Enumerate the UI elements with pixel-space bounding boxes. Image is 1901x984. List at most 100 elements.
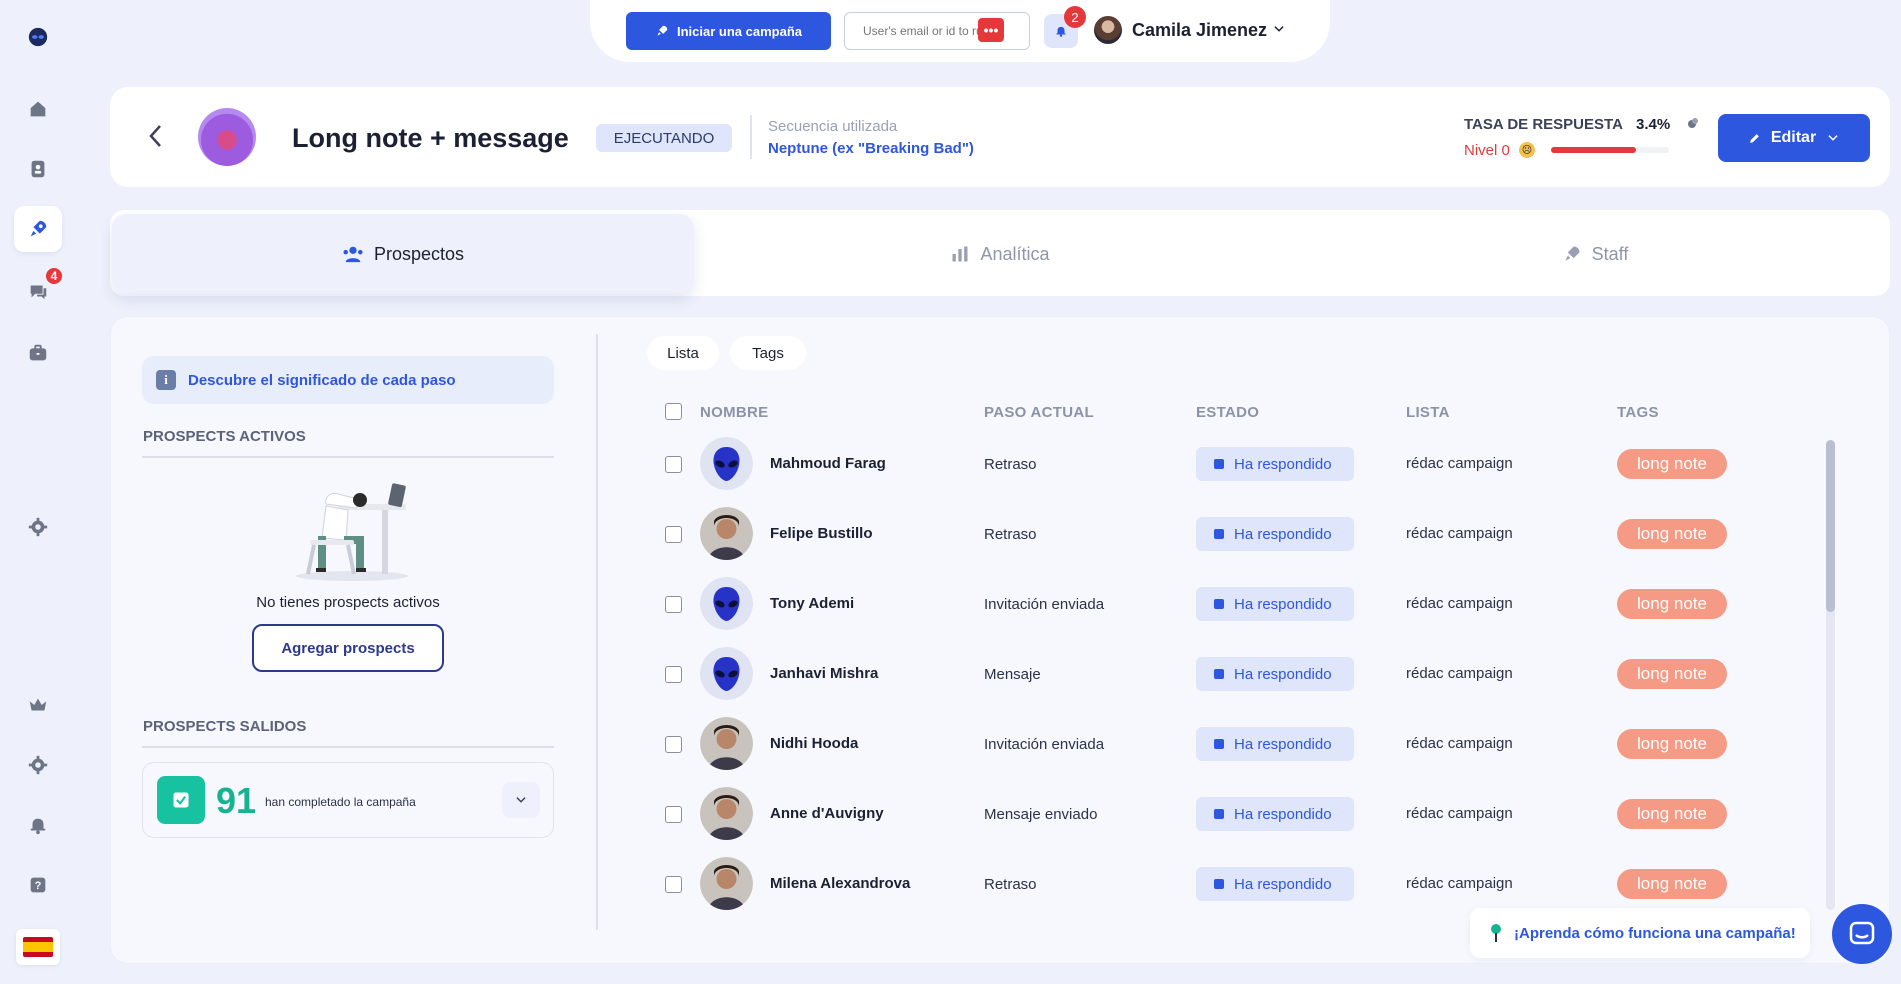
- row-checkbox[interactable]: [665, 526, 682, 543]
- row-checkbox[interactable]: [665, 456, 682, 473]
- prospect-state-badge: Ha respondido: [1196, 447, 1354, 481]
- prospect-name[interactable]: Felipe Bustillo: [770, 525, 873, 542]
- response-rate-value: 3.4%: [1636, 116, 1671, 133]
- view-tab-tags[interactable]: Tags: [730, 336, 806, 370]
- sequence-link[interactable]: Neptune (ex "Breaking Bad"): [768, 140, 974, 157]
- tab-label: Prospectos: [373, 243, 465, 264]
- prospect-step: Invitación enviada: [984, 736, 1105, 753]
- prospect-name[interactable]: Nidhi Hooda: [770, 735, 858, 752]
- column-header-nombre[interactable]: NOMBRE: [700, 404, 768, 421]
- prospect-avatar[interactable]: [700, 577, 753, 630]
- select-all-checkbox[interactable]: [665, 403, 682, 420]
- users-icon: [343, 246, 363, 263]
- row-checkbox[interactable]: [665, 806, 682, 823]
- prospect-avatar[interactable]: [700, 857, 753, 910]
- pencil-icon: [1749, 133, 1759, 143]
- logo-icon[interactable]: [14, 14, 62, 60]
- bell-icon[interactable]: [14, 802, 62, 848]
- level-progress-bar: [1551, 147, 1669, 153]
- settings-icon[interactable]: [14, 504, 62, 550]
- prospect-state-badge: Ha respondido: [1196, 587, 1354, 621]
- messages-icon[interactable]: 4: [14, 266, 64, 314]
- crown-icon[interactable]: [14, 682, 62, 728]
- view-tab-lista[interactable]: Lista: [647, 336, 719, 370]
- notification-bell-icon: [1056, 26, 1066, 37]
- home-icon[interactable]: [14, 86, 62, 132]
- prospect-state-badge: Ha respondido: [1196, 797, 1354, 831]
- briefcase-icon[interactable]: [14, 330, 62, 376]
- prospect-name[interactable]: Tony Ademi: [770, 595, 854, 612]
- tab-analitica[interactable]: Analítica: [700, 214, 1300, 294]
- prospect-avatar[interactable]: [700, 647, 753, 700]
- campaigns-rocket-icon[interactable]: [14, 206, 62, 252]
- prospect-state-text: Ha respondido: [1234, 595, 1332, 613]
- prospect-state-badge: Ha respondido: [1196, 867, 1354, 901]
- prospect-state-text: Ha respondido: [1234, 735, 1332, 753]
- rocket-icon: [657, 25, 668, 36]
- prospect-list: rédac campaign: [1406, 665, 1513, 682]
- prospect-avatar[interactable]: [700, 787, 753, 840]
- row-checkbox[interactable]: [665, 876, 682, 893]
- prospect-state-badge: Ha respondido: [1196, 517, 1354, 551]
- prospect-tag[interactable]: long note: [1617, 799, 1727, 829]
- help-icon[interactable]: ?: [14, 862, 62, 908]
- prospect-avatar[interactable]: [700, 717, 753, 770]
- chat-support-button[interactable]: [1832, 904, 1892, 964]
- prospect-step: Retraso: [984, 526, 1037, 543]
- prospect-list: rédac campaign: [1406, 455, 1513, 472]
- prospect-list: rédac campaign: [1406, 875, 1513, 892]
- tab-prospectos[interactable]: Prospectos: [112, 214, 694, 294]
- prospect-name[interactable]: Anne d'Auvigny: [770, 805, 884, 822]
- prospect-state-text: Ha respondido: [1234, 455, 1332, 473]
- prospect-state-badge: Ha respondido: [1196, 727, 1354, 761]
- level-label: Nivel 0: [1464, 142, 1510, 159]
- edit-button[interactable]: Editar: [1718, 114, 1870, 162]
- campaign-title: Long note + message: [292, 123, 569, 153]
- response-rate-label: TASA DE RESPUESTA: [1464, 116, 1623, 133]
- contacts-icon[interactable]: [14, 146, 62, 192]
- prospect-tag[interactable]: long note: [1617, 589, 1727, 619]
- back-arrow-icon[interactable]: [145, 122, 167, 150]
- rate-info-icon[interactable]: [1687, 117, 1699, 129]
- row-checkbox[interactable]: [665, 596, 682, 613]
- prospect-tag[interactable]: long note: [1617, 869, 1727, 899]
- row-checkbox[interactable]: [665, 666, 682, 683]
- user-avatar[interactable]: [1092, 14, 1124, 46]
- info-banner[interactable]: i Descubre el significado de cada paso: [142, 356, 554, 404]
- prospect-name[interactable]: Janhavi Mishra: [770, 665, 878, 682]
- tab-staff[interactable]: Staff: [1300, 214, 1890, 294]
- prospect-avatar[interactable]: [700, 507, 753, 560]
- column-header-estado[interactable]: ESTADO: [1196, 404, 1259, 421]
- column-header-paso[interactable]: PASO ACTUAL: [984, 404, 1094, 421]
- table-scrollbar-thumb[interactable]: [1826, 440, 1835, 612]
- expand-chevron-icon[interactable]: [502, 782, 540, 818]
- chevron-down-icon[interactable]: [1272, 22, 1286, 36]
- sad-face-icon: ☹: [1519, 142, 1535, 158]
- launch-campaign-button[interactable]: Iniciar una campaña: [626, 12, 831, 50]
- prospect-list: rédac campaign: [1406, 735, 1513, 752]
- prospect-tag[interactable]: long note: [1617, 449, 1727, 479]
- row-checkbox[interactable]: [665, 736, 682, 753]
- column-header-lista[interactable]: LISTA: [1406, 404, 1450, 421]
- prospect-name[interactable]: Milena Alexandrova: [770, 875, 910, 892]
- language-flag-icon[interactable]: [16, 929, 60, 965]
- add-prospects-button[interactable]: Agregar prospects: [252, 624, 444, 672]
- notifications-badge: 2: [1064, 6, 1086, 28]
- column-header-tags[interactable]: TAGS: [1617, 404, 1659, 421]
- prospect-avatar[interactable]: [700, 437, 753, 490]
- prospect-tag[interactable]: long note: [1617, 729, 1727, 759]
- prospect-step: Retraso: [984, 456, 1037, 473]
- learn-campaign-link[interactable]: ¡Aprenda cómo funciona una campaña!: [1470, 908, 1810, 958]
- user-name[interactable]: Camila Jimenez: [1132, 20, 1267, 41]
- panel-divider: [596, 334, 598, 930]
- prospect-step: Mensaje enviado: [984, 806, 1098, 823]
- prospect-name[interactable]: Mahmoud Farag: [770, 455, 886, 472]
- prospect-tag[interactable]: long note: [1617, 519, 1727, 549]
- learn-campaign-text: ¡Aprenda cómo funciona una campaña!: [1514, 924, 1796, 942]
- bar-chart-icon: [952, 246, 968, 262]
- preferences-icon[interactable]: [14, 742, 62, 788]
- exited-prospects-title: PROSPECTS SALIDOS: [143, 718, 307, 735]
- lastpass-icon[interactable]: •••: [978, 18, 1004, 42]
- prospect-tag[interactable]: long note: [1617, 659, 1727, 689]
- level-progress-fill: [1551, 147, 1636, 153]
